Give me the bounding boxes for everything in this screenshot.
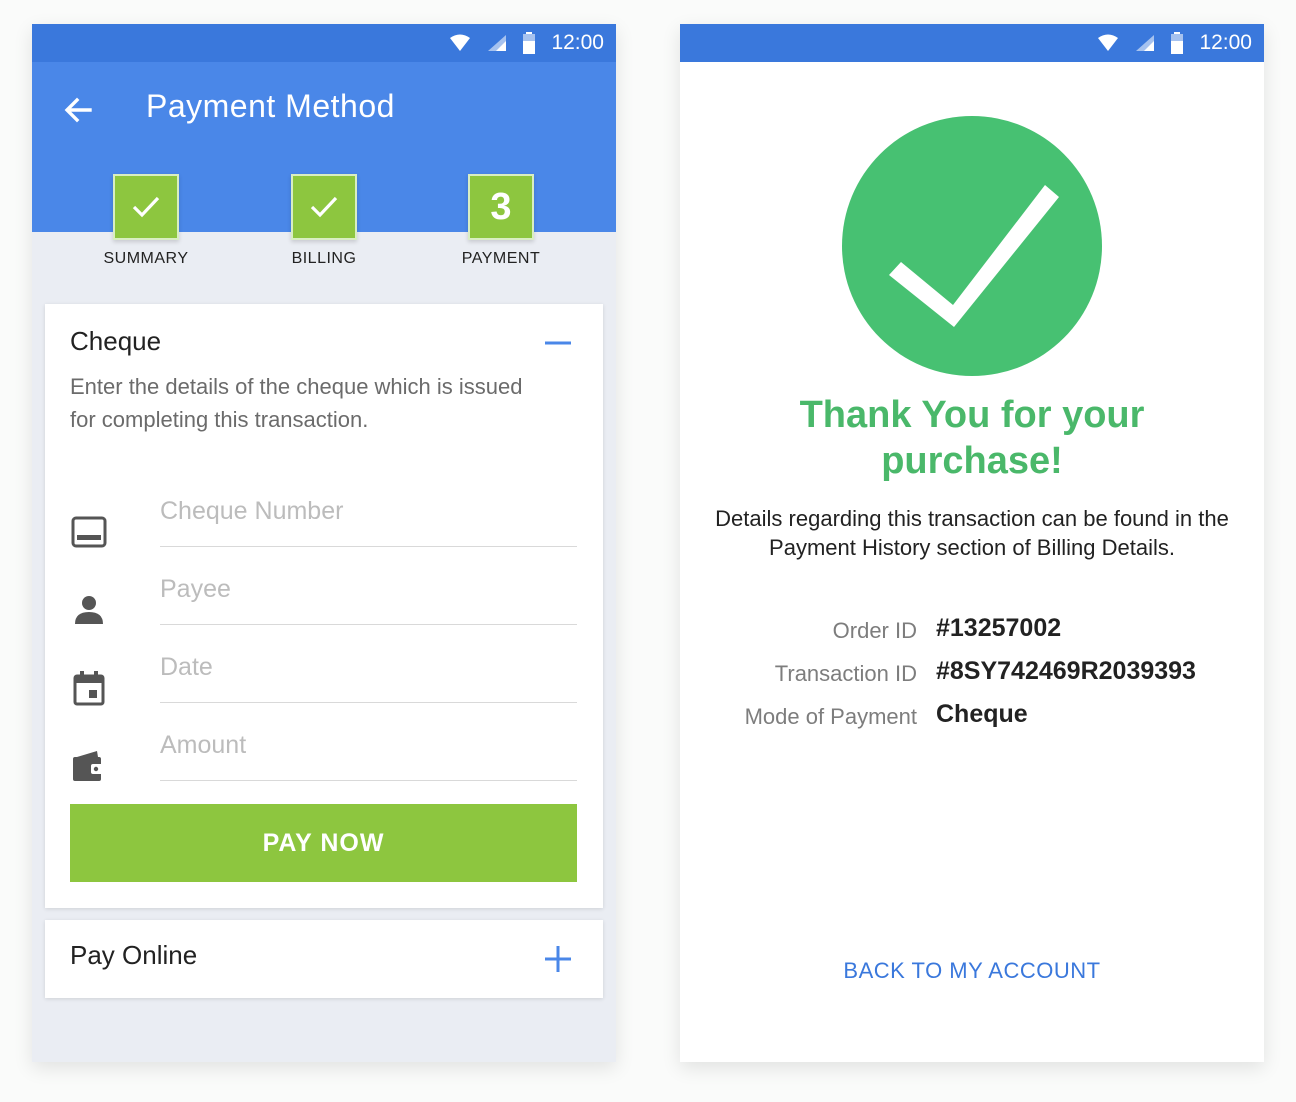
step-payment-box: 3 [468,174,534,240]
amount-row [45,710,603,788]
step-billing: BILLING [244,174,404,284]
plus-icon[interactable] [545,946,571,972]
person-icon [71,592,107,628]
success-check-icon [841,115,1103,377]
back-to-account-link[interactable]: BACK TO MY ACCOUNT [680,958,1264,984]
signal-icon [1135,34,1155,52]
check-icon [132,196,160,218]
pay-online-section[interactable]: Pay Online [45,920,603,998]
transaction-id-value: #8SY742469R2039393 [936,657,1196,685]
transaction-id-row: Transaction ID #8SY742469R2039393 [680,655,1264,695]
order-id-value: #13257002 [936,614,1062,642]
payee-input[interactable] [160,554,577,625]
wifi-icon [1097,34,1119,52]
payment-mode-row: Mode of Payment Cheque [680,698,1264,738]
order-id-row: Order ID #13257002 [680,612,1264,652]
minus-icon[interactable] [545,330,571,356]
status-bar: 12:00 [32,24,616,62]
transaction-id-label: Transaction ID [774,661,917,686]
date-input[interactable] [160,632,577,703]
transaction-details-text: Details regarding this transaction can b… [715,506,1229,560]
battery-icon [1171,32,1184,54]
step-billing-label: BILLING [291,250,357,267]
battery-icon [523,32,536,54]
step-summary-label: SUMMARY [103,250,189,267]
step-payment-label: PAYMENT [461,250,541,267]
pay-now-button[interactable]: PAY NOW [70,804,577,882]
back-arrow-icon[interactable] [60,92,96,128]
cheque-number-input[interactable] [160,476,577,547]
payee-row [45,554,603,632]
status-time: 12:00 [1199,31,1252,54]
purchase-confirmation-screen: 12:00 Thank You for your purchase! Detai… [680,24,1264,1062]
wallet-icon [71,748,107,784]
pay-online-title: Pay Online [70,940,198,970]
payment-method-screen: 12:00 Payment Method SUMMARY BILLING 3 P… [32,24,616,1062]
status-time: 12:00 [551,31,604,54]
amount-input[interactable] [160,710,577,781]
cheque-section: Cheque Enter the details of the cheque w… [45,304,603,908]
date-row [45,632,603,710]
cheque-section-description: Enter the details of the cheque which is… [70,374,523,432]
order-id-label: Order ID [832,618,917,643]
step-payment: 3 PAYMENT [421,174,581,284]
page-title: Payment Method [146,88,395,124]
step-summary-box [113,174,179,240]
payment-mode-label: Mode of Payment [744,704,917,729]
thank-you-heading: Thank You for your purchase! [799,394,1145,482]
calendar-icon [71,670,107,706]
wifi-icon [449,34,471,52]
card-icon [71,514,107,550]
step-billing-box [291,174,357,240]
step-payment-number: 3 [490,185,512,228]
status-bar: 12:00 [680,24,1264,62]
step-summary: SUMMARY [66,174,226,284]
cheque-section-title: Cheque [70,326,162,356]
check-icon [310,196,338,218]
payment-mode-value: Cheque [936,700,1028,728]
signal-icon [487,34,507,52]
cheque-number-row [45,476,603,554]
